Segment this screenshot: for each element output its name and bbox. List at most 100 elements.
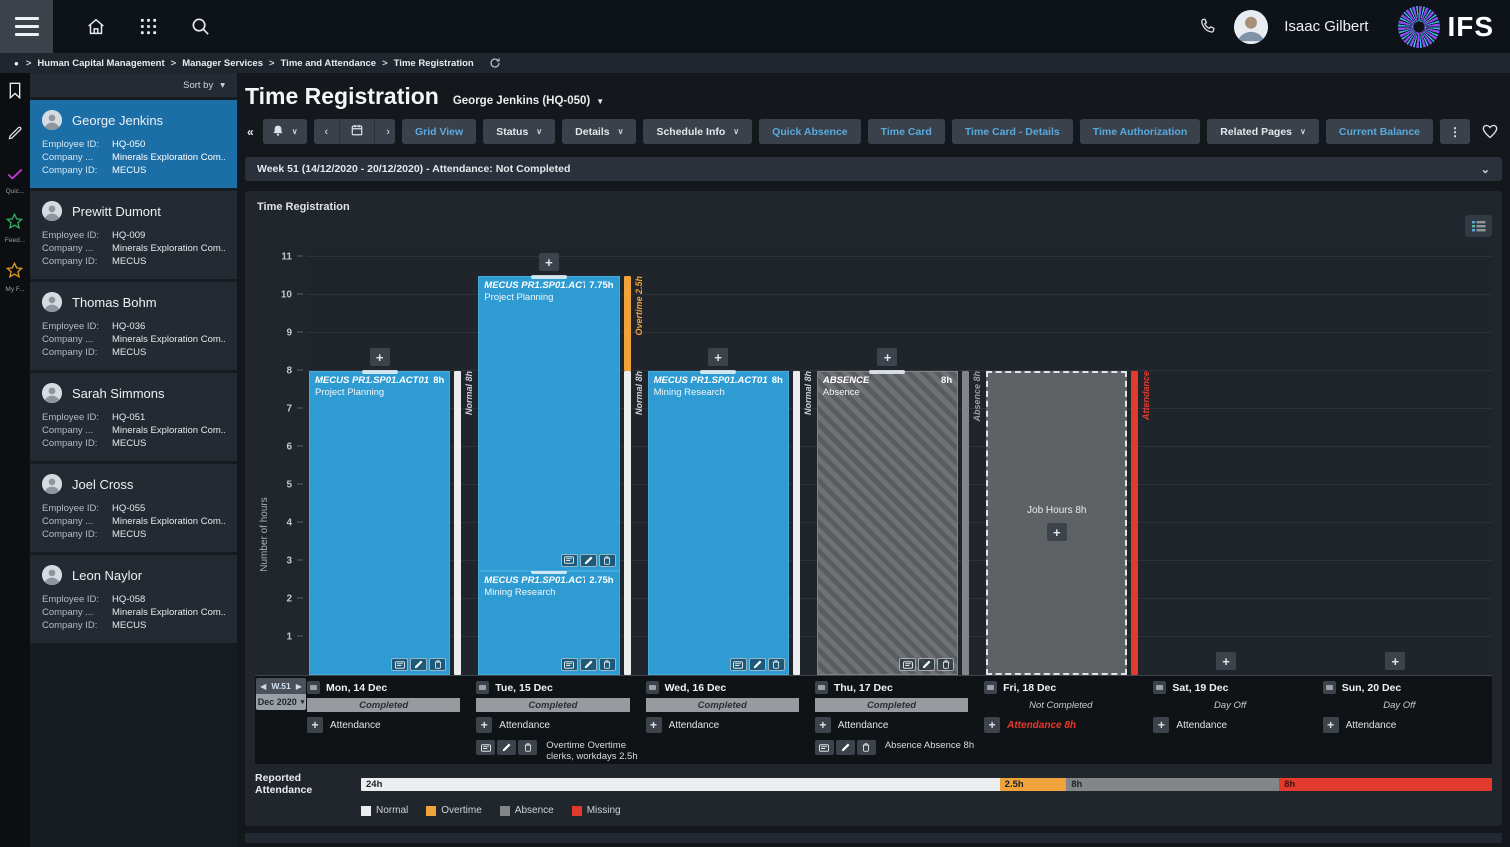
breadcrumb-item[interactable]: Human Capital Management <box>37 58 164 69</box>
drag-handle[interactable] <box>531 275 567 279</box>
delete-icon-button[interactable] <box>599 554 616 567</box>
next-period-button[interactable]: › <box>374 119 395 144</box>
week-header[interactable]: Week 51 (14/12/2020 - 20/12/2020) - Atte… <box>245 157 1502 181</box>
add-attendance-button[interactable]: + <box>1153 717 1169 733</box>
hamburger-menu-button[interactable] <box>0 0 53 53</box>
employee-card[interactable]: Sarah SimmonsEmployee ID:HQ-051Company .… <box>30 373 237 461</box>
time-entry-bar[interactable]: MECUS PR1.SP01.ACT012.75hMining Research <box>478 571 619 676</box>
employee-card[interactable]: George JenkinsEmployee ID:HQ-050Company … <box>30 100 237 188</box>
delete-icon-button[interactable] <box>599 658 616 671</box>
schedule-info-dropdown[interactable]: Schedule Info∨ <box>643 119 752 144</box>
employee-card[interactable]: Leon NaylorEmployee ID:HQ-058Company ...… <box>30 555 237 643</box>
day-status-icon[interactable] <box>476 681 489 694</box>
day-status-icon[interactable] <box>815 681 828 694</box>
legend-list-button[interactable] <box>1465 215 1492 237</box>
edit-icon-button[interactable] <box>410 658 427 671</box>
day-status-icon[interactable] <box>1153 681 1166 694</box>
delete-icon-button[interactable] <box>857 740 876 755</box>
delete-icon-button[interactable] <box>518 740 537 755</box>
edit-pencil-icon[interactable] <box>7 125 23 141</box>
time-authorization-button[interactable]: Time Authorization <box>1080 119 1201 144</box>
edit-icon-button[interactable] <box>497 740 516 755</box>
time-entry-bar[interactable]: ABSENCE8hAbsence <box>817 371 958 675</box>
bookmark-icon[interactable] <box>8 82 22 99</box>
day-status-icon[interactable] <box>646 681 659 694</box>
grid-view-button[interactable]: Grid View <box>402 119 476 144</box>
delete-icon-button[interactable] <box>937 658 954 671</box>
current-balance-button[interactable]: Current Balance <box>1326 119 1433 144</box>
phone-icon[interactable] <box>1199 17 1218 36</box>
related-pages-dropdown[interactable]: Related Pages∨ <box>1207 119 1319 144</box>
employee-selector[interactable]: George Jenkins (HQ-050)▼ <box>453 95 604 107</box>
delete-icon-button[interactable] <box>429 658 446 671</box>
job-hours-placeholder[interactable]: Job Hours 8h+ <box>986 371 1127 675</box>
details-dropdown[interactable]: Details∨ <box>562 119 636 144</box>
favorite-heart-icon[interactable] <box>1482 124 1498 139</box>
delete-icon-button[interactable] <box>768 658 785 671</box>
calendar-button[interactable] <box>339 119 374 144</box>
add-entry-button[interactable]: + <box>877 348 897 366</box>
add-entry-button[interactable]: + <box>1385 652 1405 670</box>
add-attendance-button[interactable]: + <box>476 717 492 733</box>
add-entry-button[interactable]: + <box>539 253 559 271</box>
add-entry-button[interactable]: + <box>708 348 728 366</box>
add-entry-button[interactable]: + <box>1216 652 1236 670</box>
drag-handle[interactable] <box>362 370 398 374</box>
drag-handle[interactable] <box>869 370 905 374</box>
note-icon-button[interactable] <box>391 658 408 671</box>
notifications-button[interactable]: ∨ <box>263 119 307 144</box>
day-status-icon[interactable] <box>1323 681 1336 694</box>
add-entry-button[interactable]: + <box>1047 523 1067 541</box>
add-attendance-button[interactable]: + <box>646 717 662 733</box>
breadcrumb-item[interactable]: Manager Services <box>182 58 263 69</box>
user-avatar[interactable] <box>1234 10 1268 44</box>
prev-week-icon[interactable]: ◀ <box>260 682 266 691</box>
drag-handle[interactable] <box>700 370 736 374</box>
edit-icon-button[interactable] <box>749 658 766 671</box>
next-week-icon[interactable]: ▶ <box>296 682 302 691</box>
time-card-button[interactable]: Time Card <box>868 119 945 144</box>
note-icon-button[interactable] <box>899 658 916 671</box>
breadcrumb-item[interactable]: Time Registration <box>394 58 474 69</box>
add-entry-button[interactable]: + <box>370 348 390 366</box>
breadcrumb-item[interactable]: Time and Attendance <box>281 58 377 69</box>
rail-item-feedback[interactable]: Feed... <box>5 213 25 244</box>
prev-period-button[interactable]: ‹ <box>314 119 340 144</box>
quick-absence-button[interactable]: Quick Absence <box>759 119 860 144</box>
add-attendance-button[interactable]: + <box>1323 717 1339 733</box>
edit-icon-button[interactable] <box>836 740 855 755</box>
user-name[interactable]: Isaac Gilbert <box>1284 18 1368 35</box>
note-icon-button[interactable] <box>561 554 578 567</box>
refresh-icon[interactable] <box>489 57 501 69</box>
add-attendance-button[interactable]: + <box>307 717 323 733</box>
edit-icon-button[interactable] <box>580 554 597 567</box>
time-entry-bar[interactable]: MECUS PR1.SP01.ACT018hProject Planning <box>309 371 450 675</box>
rail-item-quick[interactable]: Quic... <box>6 167 25 195</box>
more-options-button[interactable]: ⋮ <box>1440 119 1470 144</box>
day-status-icon[interactable] <box>307 681 320 694</box>
home-icon[interactable] <box>85 16 107 38</box>
time-entry-bar[interactable]: MECUS PR1.SP01.ACT018hMining Research <box>648 371 789 675</box>
rail-item-favorites[interactable]: My F... <box>5 262 24 293</box>
day-status-icon[interactable] <box>984 681 997 694</box>
time-entry-bar[interactable]: MECUS PR1.SP01.ACT017.75hProject Plannin… <box>478 276 619 571</box>
apps-grid-icon[interactable] <box>139 17 158 36</box>
note-icon-button[interactable] <box>730 658 747 671</box>
add-attendance-button[interactable]: + <box>984 717 1000 733</box>
search-icon[interactable] <box>190 16 211 37</box>
edit-icon-button[interactable] <box>918 658 935 671</box>
sort-by-control[interactable]: Sort by ▾ <box>30 73 237 97</box>
collapse-toolbar-button[interactable]: « <box>245 119 256 144</box>
edit-icon-button[interactable] <box>580 658 597 671</box>
note-icon-button[interactable] <box>476 740 495 755</box>
note-icon-button[interactable] <box>561 658 578 671</box>
month-selector[interactable]: Dec 2020▾ <box>256 694 306 710</box>
employee-card[interactable]: Thomas BohmEmployee ID:HQ-036Company ...… <box>30 282 237 370</box>
employee-card[interactable]: Joel CrossEmployee ID:HQ-055Company ...M… <box>30 464 237 552</box>
add-attendance-button[interactable]: + <box>815 717 831 733</box>
time-card-details-button[interactable]: Time Card - Details <box>952 119 1073 144</box>
horizontal-scrollbar[interactable] <box>245 833 1502 843</box>
status-dropdown[interactable]: Status∨ <box>483 119 555 144</box>
chevron-down-icon[interactable]: ⌄ <box>1481 163 1490 176</box>
employee-card[interactable]: Prewitt DumontEmployee ID:HQ-009Company … <box>30 191 237 279</box>
